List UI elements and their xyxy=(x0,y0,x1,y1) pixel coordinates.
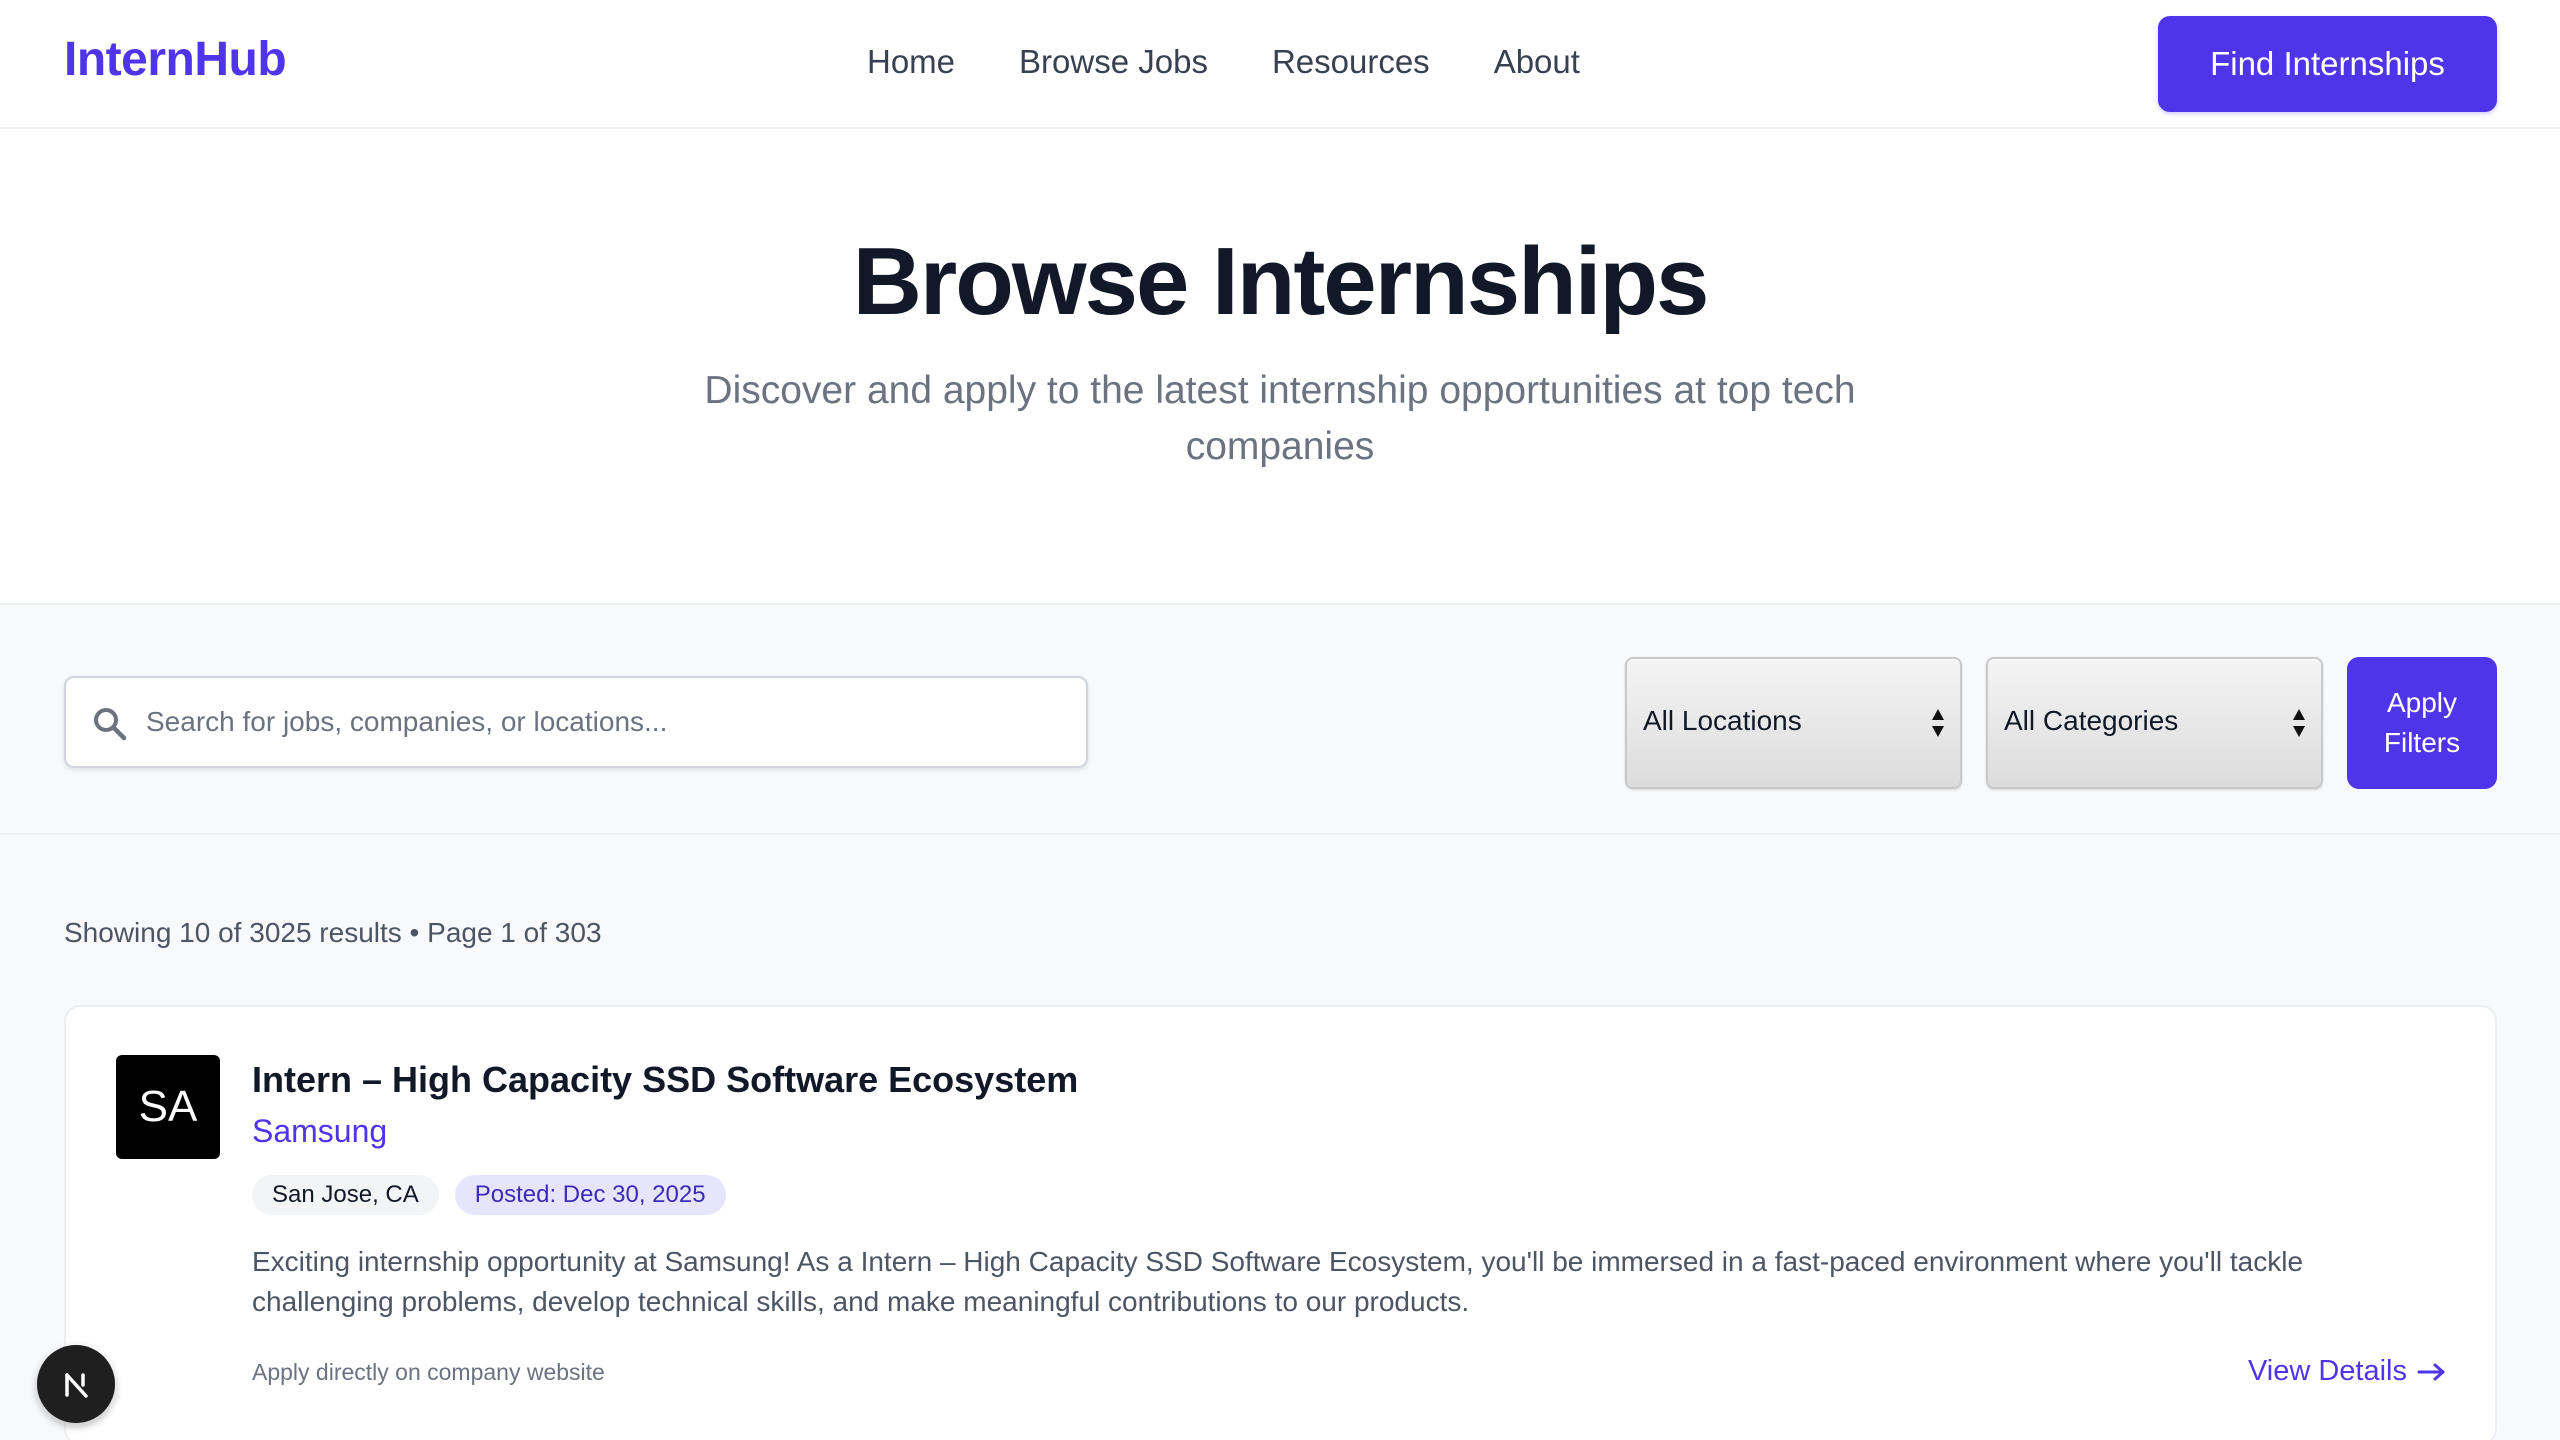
next-logo-icon xyxy=(65,1373,88,1398)
job-card[interactable]: SA Intern – High Capacity SSD Software E… xyxy=(64,1005,2497,1440)
location-tag: San Jose, CA xyxy=(252,1175,439,1215)
brand-logo[interactable]: InternHub xyxy=(64,32,287,87)
results-summary: Showing 10 of 3025 results • Page 1 of 3… xyxy=(64,917,602,948)
view-details-label: View Details xyxy=(2247,1355,2407,1387)
job-title[interactable]: Intern – High Capacity SSD Software Ecos… xyxy=(252,1059,1078,1101)
location-select[interactable]: All Locations xyxy=(1625,657,1962,789)
find-internships-button[interactable]: Find Internships xyxy=(2158,16,2497,112)
company-name[interactable]: Samsung xyxy=(252,1113,387,1150)
search-icon xyxy=(94,708,127,741)
category-select-value: All Categories xyxy=(2004,705,2179,736)
next-logo-badge[interactable] xyxy=(37,1345,115,1423)
nav-item-home[interactable]: Home xyxy=(867,40,955,84)
search-box[interactable] xyxy=(64,676,1088,768)
select-arrows-icon xyxy=(2293,709,2305,737)
company-logo: SA xyxy=(116,1055,220,1159)
select-arrows-icon xyxy=(1932,709,1944,737)
category-select[interactable]: All Categories xyxy=(1986,657,2323,789)
job-description: Exciting internship opportunity at Samsu… xyxy=(252,1246,2304,1317)
apply-filters-button[interactable]: Apply Filters xyxy=(2347,657,2497,789)
location-select-value: All Locations xyxy=(1643,705,1802,736)
nav-item-about[interactable]: About xyxy=(1494,40,1580,84)
results-area: Showing 10 of 3025 results • Page 1 of 3… xyxy=(0,835,2560,1440)
apply-note: Apply directly on company website xyxy=(252,1359,605,1385)
arrow-right-icon xyxy=(2417,1363,2445,1380)
nav-item-browse-jobs[interactable]: Browse Jobs xyxy=(1019,40,1208,84)
page-title: Browse Internships xyxy=(852,228,1710,335)
job-tags: San Jose, CA Posted: Dec 30, 2025 xyxy=(252,1175,742,1215)
search-input[interactable] xyxy=(146,678,1066,766)
main-nav: Home Browse Jobs Resources About xyxy=(867,40,1644,84)
hero-section: Browse Internships Discover and apply to… xyxy=(0,129,2560,603)
view-details-link[interactable]: View Details xyxy=(2248,1355,2447,1388)
posted-date-tag: Posted: Dec 30, 2025 xyxy=(454,1175,726,1215)
filter-bar: All Locations All Categories Apply Filte… xyxy=(0,603,2560,835)
page-subtitle: Discover and apply to the latest interns… xyxy=(704,369,1856,468)
nav-item-resources[interactable]: Resources xyxy=(1272,40,1430,84)
top-navbar: InternHub Home Browse Jobs Resources Abo… xyxy=(0,0,2560,129)
